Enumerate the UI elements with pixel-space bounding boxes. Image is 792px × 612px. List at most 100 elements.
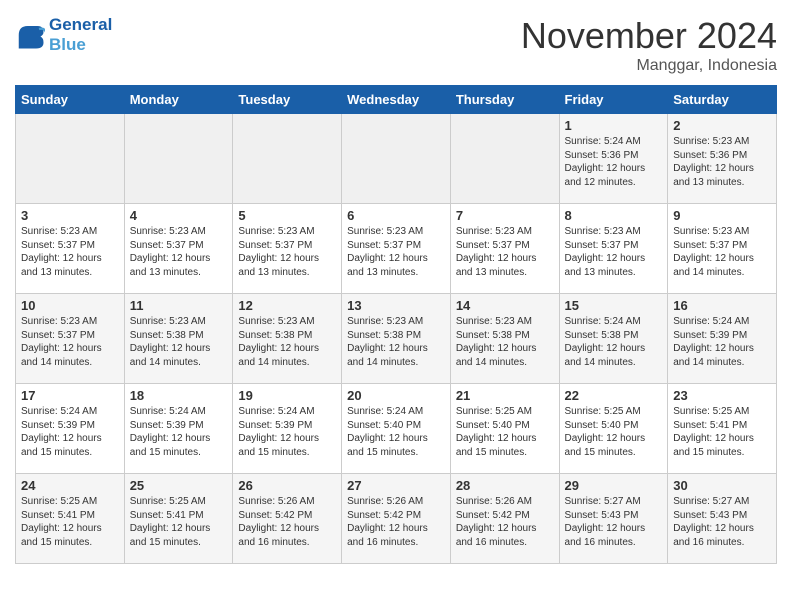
day-info: Sunrise: 5:23 AM Sunset: 5:36 PM Dayligh… <box>673 135 771 189</box>
day-number: 15 <box>565 298 663 313</box>
day-info: Sunrise: 5:23 AM Sunset: 5:38 PM Dayligh… <box>347 315 445 369</box>
calendar-cell: 26Sunrise: 5:26 AM Sunset: 5:42 PM Dayli… <box>233 474 342 564</box>
day-number: 14 <box>456 298 554 313</box>
calendar-cell: 27 Sunrise: 5:26 AM Sunset: 5:42 PM Dayli… <box>342 474 451 564</box>
calendar-cell: 2 Sunrise: 5:23 AM Sunset: 5:36 PM Daylig… <box>668 114 777 204</box>
day-number: 4 <box>130 208 228 223</box>
day-info: Sunrise: 5:24 AM Sunset: 5:39 PM Dayligh… <box>130 405 228 459</box>
calendar-cell: 24 Sunrise: 5:25 AM Sunset: 5:41 PM Dayli… <box>16 474 125 564</box>
calendar-cell: 1 Sunrise: 5:24 AM Sunset: 5:36 PM Daylig… <box>559 114 668 204</box>
calendar-cell: 9 Sunrise: 5:23 AM Sunset: 5:37 PM Daylig… <box>668 204 777 294</box>
calendar-header-row: SundayMondayTuesdayWednesdayThursdayFrid… <box>16 86 777 114</box>
day-number: 23 <box>673 388 771 403</box>
day-number: 2 <box>673 118 771 133</box>
day-header-thursday: Thursday <box>450 86 559 114</box>
calendar-cell: 18 Sunrise: 5:24 AM Sunset: 5:39 PM Dayli… <box>124 384 233 474</box>
day-info: Sunrise: 5:25 AM Sunset: 5:41 PM Dayligh… <box>130 495 228 549</box>
day-info: Sunrise: 5:26 AM Sunset: 5:42 PM Dayligh… <box>347 495 445 549</box>
day-number: 26 <box>238 478 336 493</box>
calendar-cell: 11 Sunrise: 5:23 AM Sunset: 5:38 PM Dayli… <box>124 294 233 384</box>
day-number: 21 <box>456 388 554 403</box>
calendar-cell: 16 Sunrise: 5:24 AM Sunset: 5:39 PM Dayli… <box>668 294 777 384</box>
day-number: 11 <box>130 298 228 313</box>
day-info: Sunrise: 5:24 AM Sunset: 5:36 PM Dayligh… <box>565 135 663 189</box>
calendar-cell: 15 Sunrise: 5:24 AM Sunset: 5:38 PM Dayli… <box>559 294 668 384</box>
day-number: 29 <box>565 478 663 493</box>
calendar-cell: 6 Sunrise: 5:23 AM Sunset: 5:37 PM Daylig… <box>342 204 451 294</box>
week-row-2: 3 Sunrise: 5:23 AM Sunset: 5:37 PM Daylig… <box>16 204 777 294</box>
calendar-cell <box>124 114 233 204</box>
day-info: Sunrise: 5:24 AM Sunset: 5:39 PM Dayligh… <box>673 315 771 369</box>
calendar-cell: 23Sunrise: 5:25 AM Sunset: 5:41 PM Dayli… <box>668 384 777 474</box>
day-info: Sunrise: 5:25 AM Sunset: 5:40 PM Dayligh… <box>565 405 663 459</box>
day-header-saturday: Saturday <box>668 86 777 114</box>
day-number: 16 <box>673 298 771 313</box>
day-info: Sunrise: 5:23 AM Sunset: 5:38 PM Dayligh… <box>238 315 336 369</box>
day-info: Sunrise: 5:23 AM Sunset: 5:38 PM Dayligh… <box>456 315 554 369</box>
day-info: Sunrise: 5:25 AM Sunset: 5:41 PM Dayligh… <box>21 495 119 549</box>
calendar-cell: 28 Sunrise: 5:26 AM Sunset: 5:42 PM Dayli… <box>450 474 559 564</box>
calendar-cell: 29 Sunrise: 5:27 AM Sunset: 5:43 PM Dayli… <box>559 474 668 564</box>
day-header-sunday: Sunday <box>16 86 125 114</box>
day-number: 17 <box>21 388 119 403</box>
calendar-cell: 5 Sunrise: 5:23 AM Sunset: 5:37 PM Daylig… <box>233 204 342 294</box>
day-info: Sunrise: 5:23 AM Sunset: 5:37 PM Dayligh… <box>21 315 119 369</box>
day-info: Sunrise: 5:23 AM Sunset: 5:37 PM Dayligh… <box>238 225 336 279</box>
day-number: 12 <box>238 298 336 313</box>
day-info: Sunrise: 5:24 AM Sunset: 5:38 PM Dayligh… <box>565 315 663 369</box>
calendar-cell: 30Sunrise: 5:27 AM Sunset: 5:43 PM Dayli… <box>668 474 777 564</box>
calendar-cell: 19Sunrise: 5:24 AM Sunset: 5:39 PM Dayli… <box>233 384 342 474</box>
location: Manggar, Indonesia <box>521 57 777 75</box>
calendar-cell <box>342 114 451 204</box>
day-number: 6 <box>347 208 445 223</box>
calendar-cell: 8 Sunrise: 5:23 AM Sunset: 5:37 PM Daylig… <box>559 204 668 294</box>
week-row-4: 17 Sunrise: 5:24 AM Sunset: 5:39 PM Dayli… <box>16 384 777 474</box>
day-number: 3 <box>21 208 119 223</box>
day-number: 9 <box>673 208 771 223</box>
day-number: 28 <box>456 478 554 493</box>
calendar-cell: 7Sunrise: 5:23 AM Sunset: 5:37 PM Daylig… <box>450 204 559 294</box>
calendar-cell: 10 Sunrise: 5:23 AM Sunset: 5:37 PM Dayli… <box>16 294 125 384</box>
day-info: Sunrise: 5:23 AM Sunset: 5:37 PM Dayligh… <box>673 225 771 279</box>
day-info: Sunrise: 5:23 AM Sunset: 5:37 PM Dayligh… <box>565 225 663 279</box>
day-info: Sunrise: 5:25 AM Sunset: 5:40 PM Dayligh… <box>456 405 554 459</box>
calendar-cell: 12 Sunrise: 5:23 AM Sunset: 5:38 PM Dayli… <box>233 294 342 384</box>
page-header: General Blue November 2024 Manggar, Indo… <box>15 15 777 75</box>
day-number: 8 <box>565 208 663 223</box>
title-area: November 2024 Manggar, Indonesia <box>521 15 777 75</box>
calendar-table: SundayMondayTuesdayWednesdayThursdayFrid… <box>15 85 777 564</box>
day-info: Sunrise: 5:24 AM Sunset: 5:40 PM Dayligh… <box>347 405 445 459</box>
calendar-cell <box>233 114 342 204</box>
day-info: Sunrise: 5:24 AM Sunset: 5:39 PM Dayligh… <box>21 405 119 459</box>
logo-icon <box>15 20 45 50</box>
day-info: Sunrise: 5:26 AM Sunset: 5:42 PM Dayligh… <box>456 495 554 549</box>
calendar-cell: 4 Sunrise: 5:23 AM Sunset: 5:37 PM Daylig… <box>124 204 233 294</box>
day-number: 25 <box>130 478 228 493</box>
week-row-3: 10 Sunrise: 5:23 AM Sunset: 5:37 PM Dayli… <box>16 294 777 384</box>
day-number: 22 <box>565 388 663 403</box>
day-info: Sunrise: 5:23 AM Sunset: 5:38 PM Dayligh… <box>130 315 228 369</box>
day-number: 30 <box>673 478 771 493</box>
day-info: Sunrise: 5:23 AM Sunset: 5:37 PM Dayligh… <box>347 225 445 279</box>
day-number: 10 <box>21 298 119 313</box>
day-header-wednesday: Wednesday <box>342 86 451 114</box>
calendar-cell: 25 Sunrise: 5:25 AM Sunset: 5:41 PM Dayli… <box>124 474 233 564</box>
day-number: 27 <box>347 478 445 493</box>
day-number: 18 <box>130 388 228 403</box>
calendar-cell: 22 Sunrise: 5:25 AM Sunset: 5:40 PM Dayli… <box>559 384 668 474</box>
calendar-cell: 21 Sunrise: 5:25 AM Sunset: 5:40 PM Dayli… <box>450 384 559 474</box>
calendar-cell: 13Sunrise: 5:23 AM Sunset: 5:38 PM Dayli… <box>342 294 451 384</box>
calendar-cell <box>16 114 125 204</box>
logo: General Blue <box>15 15 112 55</box>
day-info: Sunrise: 5:23 AM Sunset: 5:37 PM Dayligh… <box>456 225 554 279</box>
day-number: 20 <box>347 388 445 403</box>
day-number: 24 <box>21 478 119 493</box>
day-info: Sunrise: 5:23 AM Sunset: 5:37 PM Dayligh… <box>130 225 228 279</box>
day-number: 5 <box>238 208 336 223</box>
calendar-cell: 14 Sunrise: 5:23 AM Sunset: 5:38 PM Dayli… <box>450 294 559 384</box>
week-row-5: 24 Sunrise: 5:25 AM Sunset: 5:41 PM Dayli… <box>16 474 777 564</box>
day-info: Sunrise: 5:27 AM Sunset: 5:43 PM Dayligh… <box>565 495 663 549</box>
calendar-cell <box>450 114 559 204</box>
day-number: 1 <box>565 118 663 133</box>
day-info: Sunrise: 5:23 AM Sunset: 5:37 PM Dayligh… <box>21 225 119 279</box>
